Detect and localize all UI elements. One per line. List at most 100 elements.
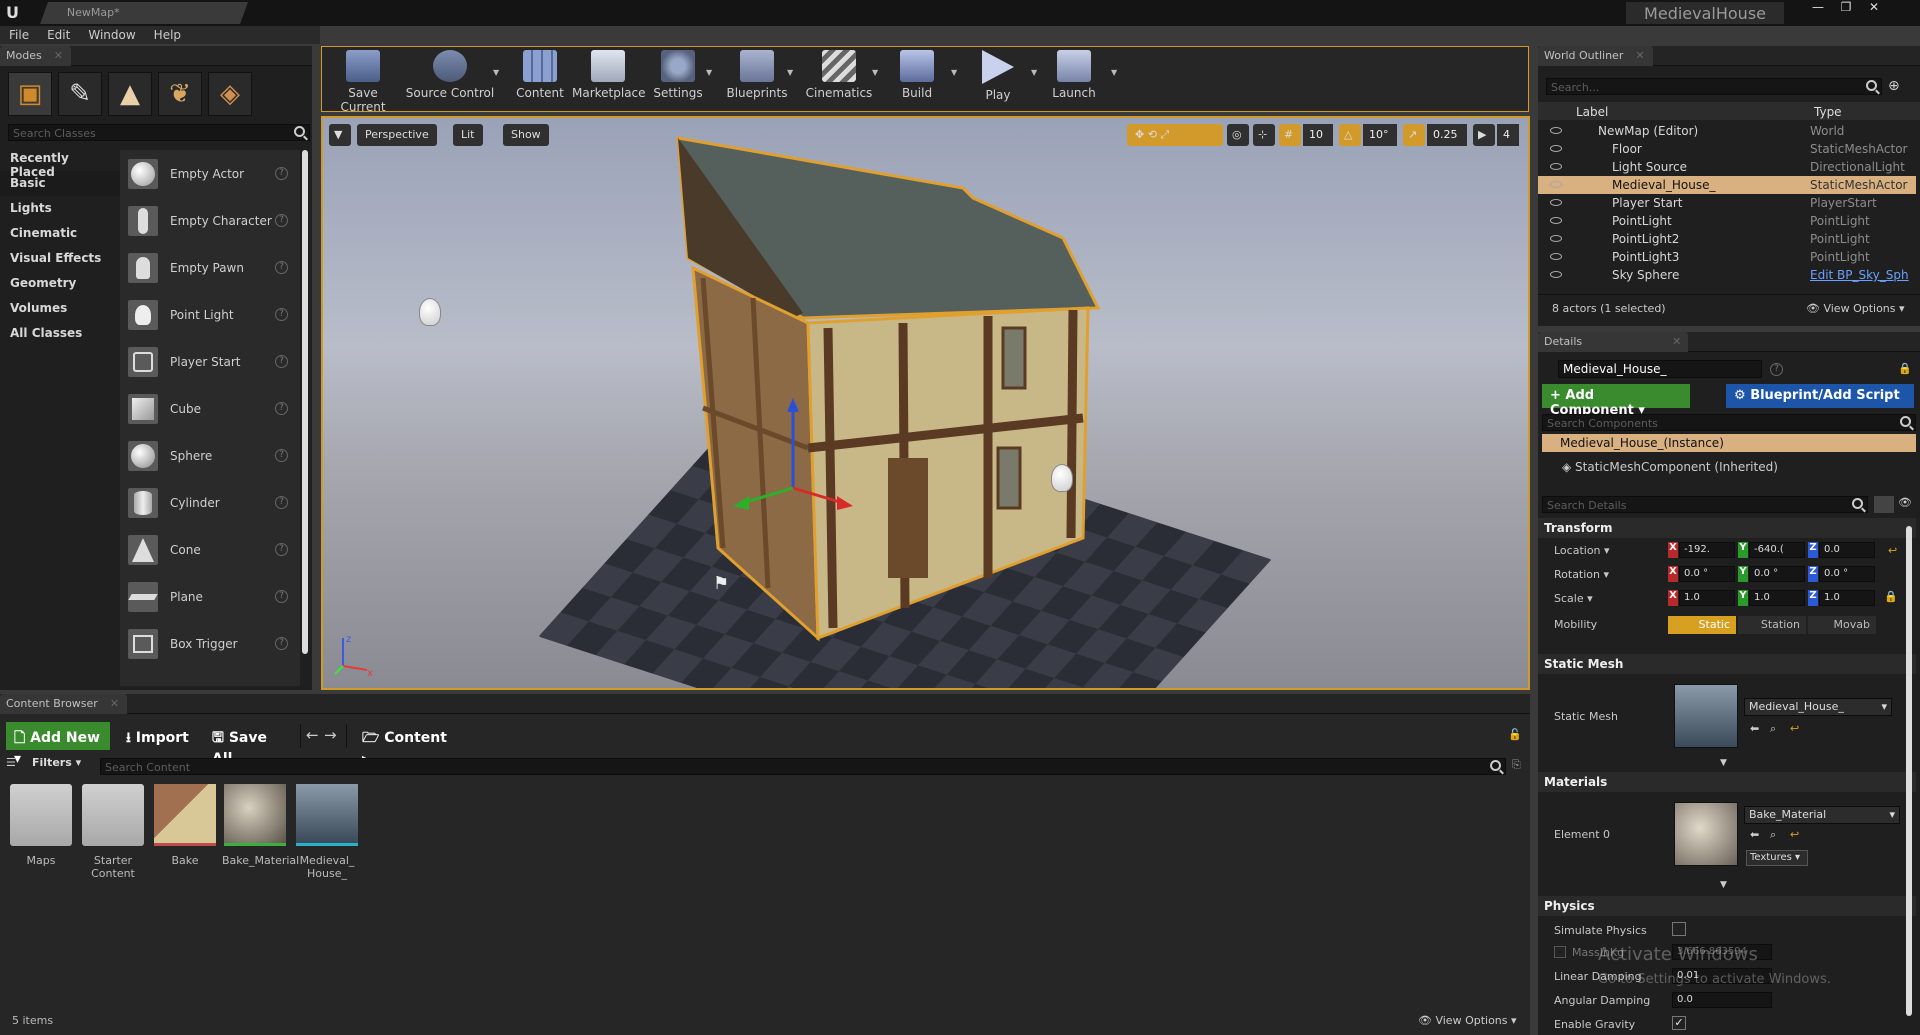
build-dropdown-icon[interactable]: ▼: [951, 68, 957, 77]
mobility-movable-button[interactable]: Movab: [1808, 616, 1876, 634]
grid-snap-icon[interactable]: #: [1279, 124, 1301, 146]
scale-snap-value[interactable]: 0.25: [1427, 124, 1467, 146]
geometry-mode-icon[interactable]: ◈: [208, 72, 252, 116]
launch-dropdown-icon[interactable]: ▼: [1111, 68, 1117, 77]
camera-speed-icon[interactable]: ▶: [1473, 124, 1495, 146]
build-button[interactable]: Build: [892, 42, 942, 108]
search-classes-input[interactable]: Search Classes: [8, 124, 310, 141]
static-mesh-thumbnail[interactable]: [1674, 684, 1738, 748]
path-breadcrumb[interactable]: 🗁 Content ▸: [354, 722, 466, 767]
textures-dropdown[interactable]: Textures ▾: [1746, 850, 1808, 866]
help-icon[interactable]: ?: [1770, 363, 1783, 376]
category-recently-placed[interactable]: Recently Placed: [0, 146, 120, 179]
reset-icon[interactable]: ↩: [1888, 544, 1897, 557]
add-filter-icon[interactable]: ⊕: [1888, 78, 1908, 95]
sources-panel-icon[interactable]: ☰: [6, 756, 26, 772]
reset-icon[interactable]: ↩: [1790, 828, 1799, 841]
help-icon[interactable]: ?: [275, 496, 288, 509]
material-dropdown[interactable]: Bake_Material ▾: [1744, 806, 1900, 824]
content-button[interactable]: Content: [514, 42, 566, 108]
transform-mode-buttons[interactable]: ✥ ⟲ ⤢: [1127, 124, 1223, 146]
place-item-empty-actor[interactable]: Empty Actor?: [120, 150, 300, 197]
search-details-input[interactable]: Search Details: [1542, 496, 1868, 513]
location-x-field[interactable]: -192.: [1679, 542, 1735, 558]
world-space-icon[interactable]: ◎: [1227, 124, 1249, 146]
asset-medieval-house-mesh[interactable]: Medieval_ House_: [294, 784, 360, 880]
outliner-row[interactable]: Floor StaticMeshActor: [1538, 140, 1916, 158]
source-control-button[interactable]: Source Control: [404, 42, 496, 108]
save-all-button[interactable]: 🖫 Save All: [204, 722, 294, 767]
use-selected-arrow-icon[interactable]: ⬅: [1750, 722, 1759, 735]
asset-starter-content-folder[interactable]: Starter Content: [80, 784, 146, 880]
play-button[interactable]: Play: [970, 42, 1026, 108]
outliner-view-options[interactable]: 👁 View Options ▾: [1806, 302, 1905, 315]
use-selected-arrow-icon[interactable]: ⬅: [1750, 828, 1759, 841]
visibility-eye-icon[interactable]: [1550, 217, 1562, 224]
help-icon[interactable]: ?: [275, 167, 288, 180]
component-inherited-row[interactable]: ◈ StaticMeshComponent (Inherited): [1562, 460, 1778, 474]
outliner-row[interactable]: PointLight2 PointLight: [1538, 230, 1916, 248]
place-item-box-trigger[interactable]: Box Trigger?: [120, 620, 300, 667]
menu-edit[interactable]: Edit: [38, 26, 79, 44]
search-components-input[interactable]: Search Components: [1542, 414, 1916, 431]
place-mode-icon[interactable]: ▣: [8, 72, 52, 116]
location-z-field[interactable]: 0.0: [1819, 542, 1875, 558]
add-component-button[interactable]: + Add Component ▾: [1542, 384, 1690, 418]
simulate-physics-checkbox[interactable]: [1672, 922, 1686, 936]
place-item-empty-pawn[interactable]: Empty Pawn?: [120, 244, 300, 291]
maximize-icon[interactable]: ❐: [1832, 0, 1860, 16]
history-icon[interactable]: ⎘: [1512, 758, 1521, 772]
visibility-eye-icon[interactable]: [1550, 145, 1562, 152]
cinematics-button[interactable]: Cinematics: [804, 42, 874, 108]
back-arrow-icon[interactable]: ←: [306, 726, 319, 744]
place-item-cube[interactable]: Cube?: [120, 385, 300, 432]
menu-window[interactable]: Window: [79, 26, 144, 44]
outliner-row[interactable]: Light Source DirectionalLight: [1538, 158, 1916, 176]
camera-speed-value[interactable]: 4: [1497, 124, 1519, 146]
enable-gravity-checkbox[interactable]: ✓: [1672, 1016, 1686, 1030]
visibility-eye-icon[interactable]: [1550, 235, 1562, 242]
place-item-plane[interactable]: Plane?: [120, 573, 300, 620]
show-button[interactable]: Show: [503, 124, 549, 146]
outliner-row[interactable]: PointLight PointLight: [1538, 212, 1916, 230]
content-view-options[interactable]: 👁 View Options ▾: [1418, 1014, 1517, 1027]
outliner-search-input[interactable]: Search...: [1546, 78, 1882, 95]
details-tab[interactable]: Details ✕: [1538, 332, 1688, 352]
help-icon[interactable]: ?: [275, 308, 288, 321]
place-item-cylinder[interactable]: Cylinder?: [120, 479, 300, 526]
lock-icon[interactable]: 🔓: [1508, 728, 1522, 741]
close-icon[interactable]: ✕: [54, 49, 63, 62]
player-start-icon[interactable]: ⚑: [713, 573, 735, 595]
blueprints-dropdown-icon[interactable]: ▼: [787, 68, 793, 77]
blueprints-button[interactable]: Blueprints: [724, 42, 790, 108]
mobility-static-button[interactable]: Static: [1668, 616, 1736, 634]
visibility-eye-icon[interactable]: [1550, 127, 1562, 134]
expand-chevron-icon[interactable]: ▼: [1720, 758, 1727, 768]
forward-arrow-icon[interactable]: →: [324, 726, 337, 744]
browse-icon[interactable]: ⌕: [1770, 828, 1776, 842]
viewport-options-button[interactable]: ▼: [329, 124, 351, 146]
lit-button[interactable]: Lit: [453, 124, 483, 146]
category-volumes[interactable]: Volumes: [0, 296, 120, 321]
place-item-sphere[interactable]: Sphere?: [120, 432, 300, 479]
details-scrollbar[interactable]: [1906, 526, 1912, 1016]
mass-override-checkbox[interactable]: [1554, 946, 1566, 958]
visibility-eye-icon[interactable]: [1550, 181, 1562, 188]
property-matrix-icon[interactable]: [1874, 496, 1894, 513]
browse-icon[interactable]: ⌕: [1770, 722, 1776, 736]
rotation-z-field[interactable]: 0.0 °: [1819, 566, 1875, 582]
help-icon[interactable]: ?: [275, 214, 288, 227]
menu-file[interactable]: File: [0, 26, 38, 44]
cinematics-dropdown-icon[interactable]: ▼: [872, 68, 878, 77]
eye-filter-icon[interactable]: 👁: [1898, 496, 1912, 509]
actor-name-field[interactable]: Medieval_House_: [1558, 360, 1762, 378]
settings-dropdown-icon[interactable]: ▼: [706, 68, 712, 77]
physics-section[interactable]: Physics: [1538, 896, 1916, 916]
help-icon[interactable]: ?: [275, 355, 288, 368]
place-item-player-start[interactable]: Player Start?: [120, 338, 300, 385]
material-thumbnail[interactable]: [1674, 802, 1738, 866]
marketplace-button[interactable]: Marketplace: [572, 42, 646, 108]
close-icon[interactable]: ✕: [1635, 49, 1644, 62]
modes-tab[interactable]: Modes ✕: [0, 46, 71, 66]
lock-scale-icon[interactable]: 🔒: [1884, 590, 1898, 603]
